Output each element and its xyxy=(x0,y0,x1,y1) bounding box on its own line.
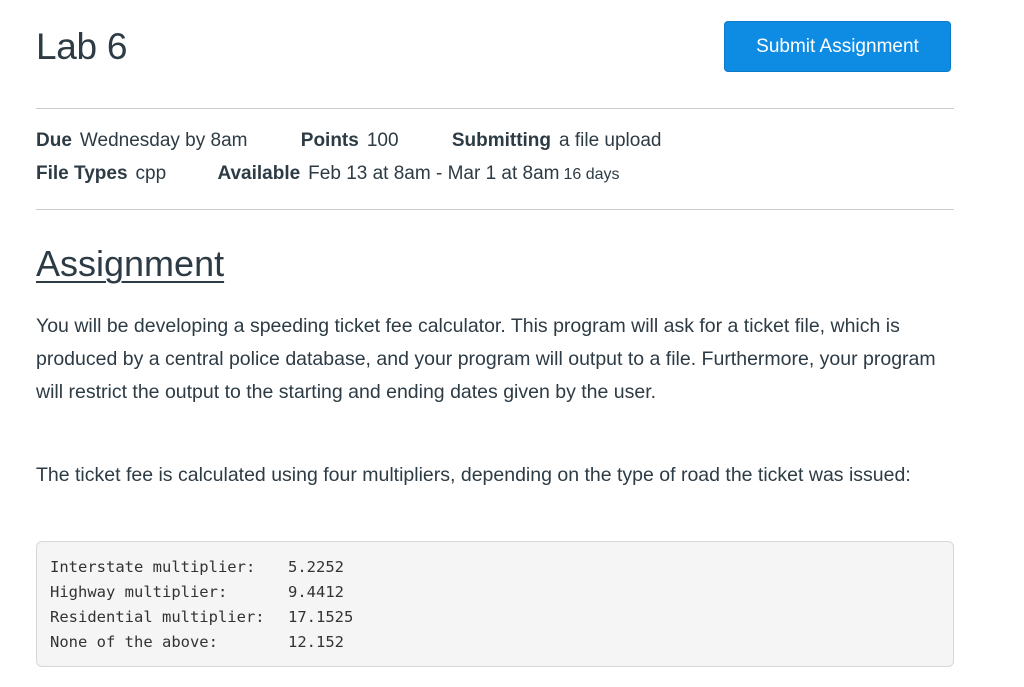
due-value: Wednesday by 8am xyxy=(79,130,248,151)
due-label: Due xyxy=(36,130,72,151)
divider-top xyxy=(36,108,954,109)
assignment-heading: Assignment xyxy=(36,243,225,284)
submit-assignment-button[interactable]: Submit Assignment xyxy=(724,21,951,72)
assignment-details-row-1: Due Wednesday by 8am Points 100 Submitting… xyxy=(36,130,661,152)
code-line-none: None of the above: 12.152 xyxy=(50,630,940,655)
submitting-value: a file upload xyxy=(559,130,662,151)
divider-bottom xyxy=(36,209,954,210)
assignment-details-row-2: File Types cpp Available Feb 13 at 8am - M… xyxy=(36,163,620,185)
code-line-residential: Residential multiplier: 17.1525 xyxy=(50,605,940,630)
code-line-interstate: Interstate multiplier: 5.2252 xyxy=(50,555,940,580)
available-value: Feb 13 at 8am - Mar 1 at 8am xyxy=(308,163,560,184)
code-label: Highway multiplier: xyxy=(50,583,228,601)
page-title: Lab 6 xyxy=(36,26,128,67)
code-value: 17.1525 xyxy=(288,608,354,626)
code-label: Interstate multiplier: xyxy=(50,558,256,576)
file-types-value: cpp xyxy=(135,163,167,184)
code-label: None of the above: xyxy=(50,633,218,651)
file-types-label: File Types xyxy=(36,163,128,184)
points-label: Points xyxy=(300,130,359,151)
code-line-highway: Highway multiplier: 9.4412 xyxy=(50,580,940,605)
code-value: 5.2252 xyxy=(288,558,344,576)
code-value: 12.152 xyxy=(288,633,344,651)
code-label: Residential multiplier: xyxy=(50,608,265,626)
multiplier-code-block: Interstate multiplier: 5.2252 Highway mul… xyxy=(36,541,954,667)
code-value: 9.4412 xyxy=(288,583,344,601)
description-paragraph-2: The ticket fee is calculated using four … xyxy=(36,464,911,486)
points-value: 100 xyxy=(366,130,399,151)
description-paragraph-1: You will be developing a speeding ticket… xyxy=(36,315,936,403)
available-label: Available xyxy=(217,163,301,184)
submitting-label: Submitting xyxy=(451,130,552,151)
available-days-badge: 16 days xyxy=(563,166,620,183)
